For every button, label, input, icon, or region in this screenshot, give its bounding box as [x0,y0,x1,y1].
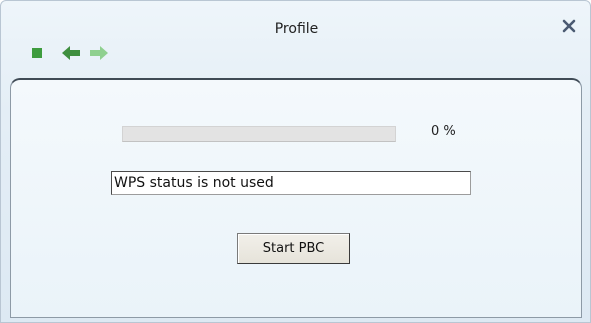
start-pbc-button[interactable]: Start PBC [237,233,350,264]
back-arrow-icon [62,46,80,60]
wps-status-field[interactable]: WPS status is not used [111,171,471,195]
close-button[interactable] [560,17,578,35]
wps-panel: 0 % WPS status is not used Start PBC [10,78,582,318]
back-button[interactable] [61,43,83,63]
stop-icon [32,48,42,58]
profile-window: Profile 0 % WPS status is not used Start… [0,0,591,323]
wps-progress-bar [122,126,396,142]
wps-progress-label: 0 % [431,124,456,139]
window-title: Profile [274,21,319,37]
stop-button[interactable] [31,43,53,63]
forward-button[interactable] [87,43,109,63]
forward-arrow-icon [90,46,108,60]
close-icon [562,19,576,33]
